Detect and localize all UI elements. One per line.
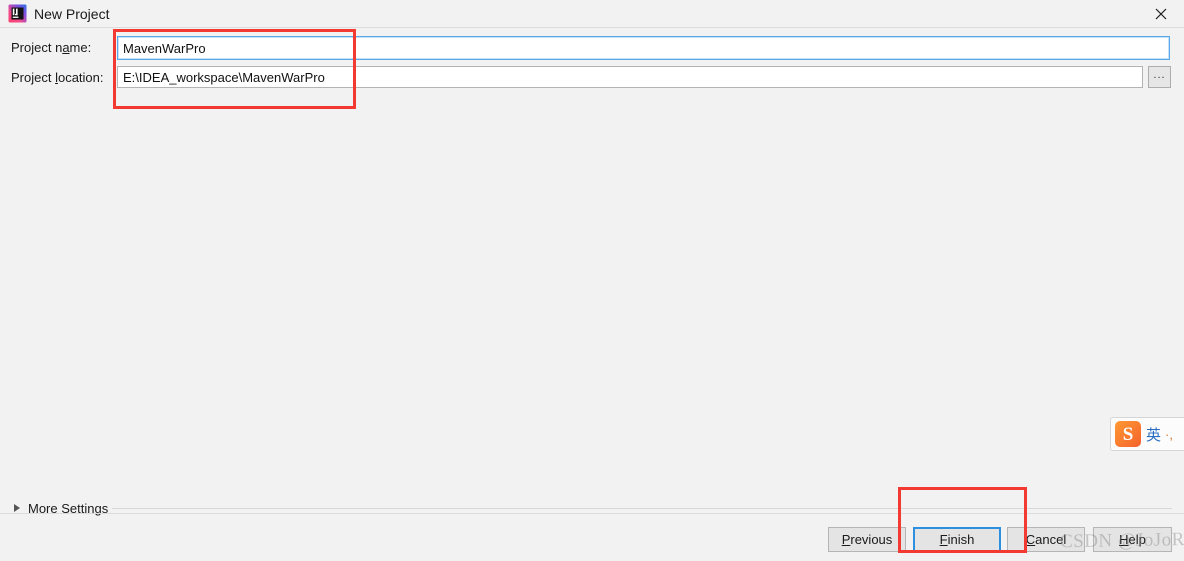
finish-button[interactable]: Finish — [913, 527, 1001, 552]
project-location-value: E:\IDEA_workspace\MavenWarPro — [123, 69, 325, 85]
project-name-label-post: me: — [69, 40, 92, 55]
close-icon[interactable] — [1138, 0, 1184, 28]
ime-mode-indicator[interactable]: 英 — [1146, 424, 1161, 445]
project-name-label-pre: Project n — [11, 40, 63, 55]
footer-separator — [0, 513, 1184, 514]
finish-button-label: inish — [947, 532, 975, 547]
help-button-mnemonic: H — [1119, 532, 1129, 547]
ime-punctuation-icon[interactable]: ·, — [1165, 427, 1173, 442]
more-settings-separator — [112, 508, 1172, 509]
project-name-label-mnemonic: a — [62, 40, 70, 55]
project-location-label: Project location: — [11, 70, 104, 86]
previous-button-label: revious — [850, 532, 893, 547]
sogou-logo-icon: S — [1115, 421, 1141, 447]
window-title: New Project — [34, 6, 110, 22]
browse-folder-button[interactable]: ... — [1148, 66, 1171, 88]
cancel-button-mnemonic: C — [1025, 532, 1036, 547]
project-location-label-post: ocation: — [57, 70, 104, 85]
previous-button[interactable]: Previous — [828, 527, 906, 552]
cancel-button-label: ancel — [1035, 532, 1067, 547]
help-button-label: elp — [1128, 532, 1146, 547]
title-bar: New Project — [0, 0, 1184, 28]
project-name-label: Project name: — [11, 40, 91, 56]
project-location-input[interactable]: E:\IDEA_workspace\MavenWarPro — [117, 66, 1143, 88]
project-name-value: MavenWarPro — [123, 40, 206, 56]
cancel-button[interactable]: Cancel — [1007, 527, 1085, 552]
project-name-input[interactable]: MavenWarPro — [117, 36, 1170, 60]
sogou-ime-bar[interactable]: S 英 ·, — [1110, 417, 1184, 451]
previous-button-mnemonic: P — [841, 532, 851, 547]
help-button[interactable]: Help — [1093, 527, 1172, 552]
project-location-label-pre: Project — [11, 70, 56, 85]
new-project-dialog: New Project Project name: MavenWarPro Pr… — [0, 0, 1184, 561]
intellij-idea-icon — [8, 4, 27, 23]
finish-button-mnemonic: F — [939, 532, 948, 547]
chevron-right-icon — [14, 504, 20, 512]
